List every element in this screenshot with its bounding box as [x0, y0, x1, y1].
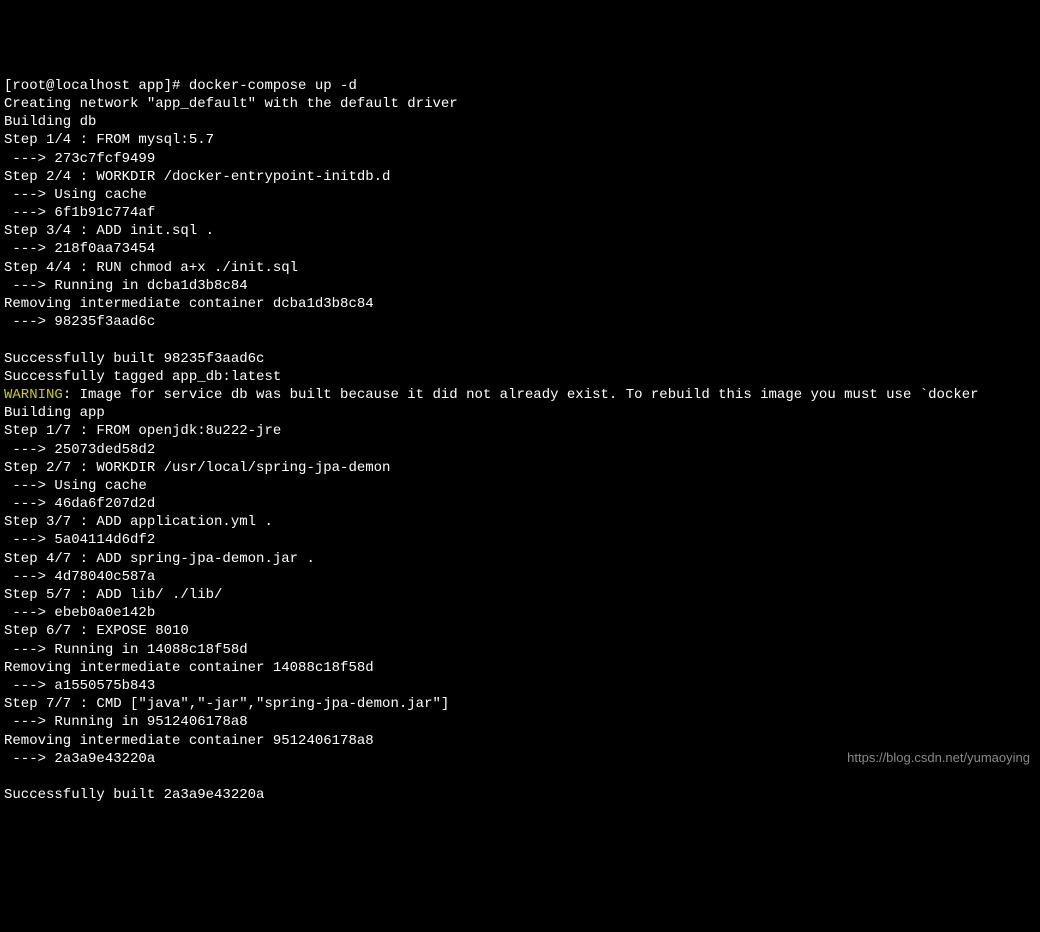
output-block-1: Creating network "app_default" with the …: [4, 95, 1036, 386]
output-line: Step 2/7 : WORKDIR /usr/local/spring-jpa…: [4, 459, 1036, 477]
output-line: ---> Running in 9512406178a8: [4, 713, 1036, 731]
watermark-text: https://blog.csdn.net/yumaoying: [847, 750, 1030, 767]
output-line: ---> Running in dcba1d3b8c84: [4, 277, 1036, 295]
output-line: Step 5/7 : ADD lib/ ./lib/: [4, 586, 1036, 604]
output-line: ---> 273c7fcf9499: [4, 150, 1036, 168]
output-line: Creating network "app_default" with the …: [4, 95, 1036, 113]
output-line: Step 3/7 : ADD application.yml .: [4, 513, 1036, 531]
output-line: [4, 331, 1036, 349]
output-line: Step 1/7 : FROM openjdk:8u222-jre: [4, 422, 1036, 440]
output-line: Step 4/7 : ADD spring-jpa-demon.jar .: [4, 550, 1036, 568]
output-line: ---> 98235f3aad6c: [4, 313, 1036, 331]
output-line: Successfully built 2a3a9e43220a: [4, 786, 1036, 804]
output-line: Step 7/7 : CMD ["java","-jar","spring-jp…: [4, 695, 1036, 713]
output-line: ---> 5a04114d6df2: [4, 531, 1036, 549]
warning-line: WARNING: Image for service db was built …: [4, 386, 1036, 404]
output-line: Step 6/7 : EXPOSE 8010: [4, 622, 1036, 640]
output-line: Step 1/4 : FROM mysql:5.7: [4, 131, 1036, 149]
output-line: Removing intermediate container dcba1d3b…: [4, 295, 1036, 313]
output-line: ---> 218f0aa73454: [4, 240, 1036, 258]
output-line: ---> 25073ded58d2: [4, 441, 1036, 459]
output-line: ---> 6f1b91c774af: [4, 204, 1036, 222]
output-line: Step 3/4 : ADD init.sql .: [4, 222, 1036, 240]
prompt-line: [root@localhost app]# docker-compose up …: [4, 77, 1036, 95]
output-line: ---> a1550575b843: [4, 677, 1036, 695]
output-line: ---> 4d78040c587a: [4, 568, 1036, 586]
output-line: Removing intermediate container 14088c18…: [4, 659, 1036, 677]
output-line: ---> ebeb0a0e142b: [4, 604, 1036, 622]
output-line: Building db: [4, 113, 1036, 131]
output-line: ---> Using cache: [4, 186, 1036, 204]
output-line: ---> Using cache: [4, 477, 1036, 495]
output-line: Successfully tagged app_db:latest: [4, 368, 1036, 386]
output-line: ---> Running in 14088c18f58d: [4, 641, 1036, 659]
output-line: Step 2/4 : WORKDIR /docker-entrypoint-in…: [4, 168, 1036, 186]
output-line: Successfully built 98235f3aad6c: [4, 350, 1036, 368]
output-line: Step 4/4 : RUN chmod a+x ./init.sql: [4, 259, 1036, 277]
terminal-output[interactable]: [root@localhost app]# docker-compose up …: [4, 77, 1036, 805]
warning-label: WARNING: [4, 387, 63, 403]
warning-text: : Image for service db was built because…: [63, 387, 979, 403]
output-block-2: Building appStep 1/7 : FROM openjdk:8u22…: [4, 404, 1036, 804]
output-line: Building app: [4, 404, 1036, 422]
output-line: Removing intermediate container 95124061…: [4, 732, 1036, 750]
output-line: ---> 46da6f207d2d: [4, 495, 1036, 513]
